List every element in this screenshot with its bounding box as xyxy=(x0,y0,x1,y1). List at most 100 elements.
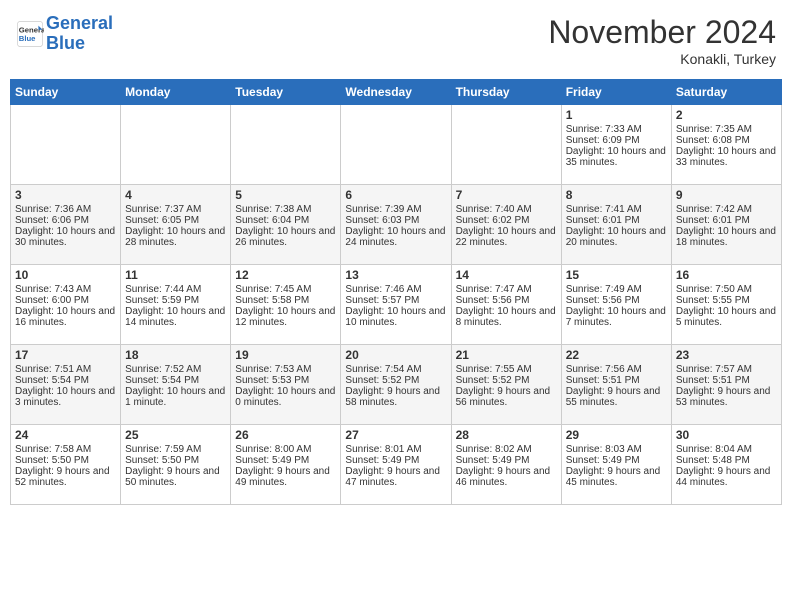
day-number: 8 xyxy=(566,188,667,202)
day-info-line: Sunset: 5:49 PM xyxy=(235,455,336,466)
day-cell: 10Sunrise: 7:43 AMSunset: 6:00 PMDayligh… xyxy=(11,265,121,345)
day-info-line: Sunrise: 7:42 AM xyxy=(676,204,777,215)
col-header-thursday: Thursday xyxy=(451,80,561,105)
day-info-line: Sunset: 5:51 PM xyxy=(676,375,777,386)
day-info-line: Daylight: 9 hours and 49 minutes. xyxy=(235,466,336,488)
day-cell: 24Sunrise: 7:58 AMSunset: 5:50 PMDayligh… xyxy=(11,425,121,505)
day-number: 17 xyxy=(15,348,116,362)
location: Konakli, Turkey xyxy=(548,51,776,67)
day-number: 5 xyxy=(235,188,336,202)
day-info-line: Sunrise: 8:03 AM xyxy=(566,444,667,455)
day-cell: 26Sunrise: 8:00 AMSunset: 5:49 PMDayligh… xyxy=(231,425,341,505)
day-info-line: Sunrise: 7:47 AM xyxy=(456,284,557,295)
day-info-line: Sunrise: 8:01 AM xyxy=(345,444,446,455)
day-number: 6 xyxy=(345,188,446,202)
day-number: 30 xyxy=(676,428,777,442)
day-cell: 21Sunrise: 7:55 AMSunset: 5:52 PMDayligh… xyxy=(451,345,561,425)
day-info-line: Sunset: 5:53 PM xyxy=(235,375,336,386)
day-info-line: Sunset: 5:59 PM xyxy=(125,295,226,306)
day-info-line: Daylight: 10 hours and 7 minutes. xyxy=(566,306,667,328)
day-cell: 6Sunrise: 7:39 AMSunset: 6:03 PMDaylight… xyxy=(341,185,451,265)
month-title: November 2024 xyxy=(548,14,776,51)
day-info-line: Sunrise: 7:50 AM xyxy=(676,284,777,295)
week-row-2: 3Sunrise: 7:36 AMSunset: 6:06 PMDaylight… xyxy=(11,185,782,265)
day-cell: 3Sunrise: 7:36 AMSunset: 6:06 PMDaylight… xyxy=(11,185,121,265)
title-block: November 2024 Konakli, Turkey xyxy=(548,14,776,67)
day-info-line: Daylight: 10 hours and 5 minutes. xyxy=(676,306,777,328)
day-info-line: Sunrise: 7:57 AM xyxy=(676,364,777,375)
logo-icon: General Blue xyxy=(16,20,44,48)
day-info-line: Sunset: 6:03 PM xyxy=(345,215,446,226)
day-cell: 8Sunrise: 7:41 AMSunset: 6:01 PMDaylight… xyxy=(561,185,671,265)
svg-text:General: General xyxy=(19,25,44,34)
day-cell: 23Sunrise: 7:57 AMSunset: 5:51 PMDayligh… xyxy=(671,345,781,425)
day-info-line: Daylight: 10 hours and 16 minutes. xyxy=(15,306,116,328)
day-info-line: Sunrise: 7:41 AM xyxy=(566,204,667,215)
day-cell xyxy=(341,105,451,185)
day-cell xyxy=(11,105,121,185)
day-cell: 4Sunrise: 7:37 AMSunset: 6:05 PMDaylight… xyxy=(121,185,231,265)
day-info-line: Daylight: 9 hours and 58 minutes. xyxy=(345,386,446,408)
day-info-line: Sunset: 6:04 PM xyxy=(235,215,336,226)
day-info-line: Sunrise: 7:51 AM xyxy=(15,364,116,375)
day-info-line: Daylight: 10 hours and 3 minutes. xyxy=(15,386,116,408)
day-number: 25 xyxy=(125,428,226,442)
day-number: 28 xyxy=(456,428,557,442)
day-number: 22 xyxy=(566,348,667,362)
day-number: 15 xyxy=(566,268,667,282)
day-info-line: Sunset: 5:52 PM xyxy=(456,375,557,386)
day-info-line: Daylight: 9 hours and 50 minutes. xyxy=(125,466,226,488)
day-cell: 19Sunrise: 7:53 AMSunset: 5:53 PMDayligh… xyxy=(231,345,341,425)
day-cell: 29Sunrise: 8:03 AMSunset: 5:49 PMDayligh… xyxy=(561,425,671,505)
day-number: 24 xyxy=(15,428,116,442)
day-info-line: Sunset: 6:08 PM xyxy=(676,135,777,146)
day-info-line: Sunrise: 7:59 AM xyxy=(125,444,226,455)
day-info-line: Sunset: 5:54 PM xyxy=(15,375,116,386)
day-info-line: Sunset: 5:49 PM xyxy=(456,455,557,466)
day-info-line: Sunset: 6:00 PM xyxy=(15,295,116,306)
day-info-line: Sunset: 5:49 PM xyxy=(345,455,446,466)
day-cell: 5 Sunrise: 7:38 AMSunset: 6:04 PMDaylight… xyxy=(231,185,341,265)
day-number: 27 xyxy=(345,428,446,442)
col-header-tuesday: Tuesday xyxy=(231,80,341,105)
day-info-line: Sunrise: 7:35 AM xyxy=(676,124,777,135)
day-info-line: Sunrise: 8:02 AM xyxy=(456,444,557,455)
day-info-line: Sunrise: 7:36 AM xyxy=(15,204,116,215)
day-info-line: Daylight: 9 hours and 56 minutes. xyxy=(456,386,557,408)
day-info-line: Sunset: 5:54 PM xyxy=(125,375,226,386)
day-info-line: Sunrise: 7:40 AM xyxy=(456,204,557,215)
day-info-line: Daylight: 10 hours and 35 minutes. xyxy=(566,146,667,168)
day-info-line: Sunset: 5:51 PM xyxy=(566,375,667,386)
day-info-line: Daylight: 10 hours and 10 minutes. xyxy=(345,306,446,328)
day-info-line: Daylight: 10 hours and 8 minutes. xyxy=(456,306,557,328)
day-info-line: Sunrise: 7:49 AM xyxy=(566,284,667,295)
day-cell: 12Sunrise: 7:45 AMSunset: 5:58 PMDayligh… xyxy=(231,265,341,345)
day-info-line: Sunrise: 8:00 AM xyxy=(235,444,336,455)
day-info-line: Daylight: 9 hours and 46 minutes. xyxy=(456,466,557,488)
day-cell: 17 Sunrise: 7:51 AMSunset: 5:54 PMDayligh… xyxy=(11,345,121,425)
day-info-line: Daylight: 10 hours and 22 minutes. xyxy=(456,226,557,248)
day-cell xyxy=(231,105,341,185)
day-info-line: Sunrise: 7:52 AM xyxy=(125,364,226,375)
day-info-line: Sunset: 5:50 PM xyxy=(125,455,226,466)
week-row-5: 24Sunrise: 7:58 AMSunset: 5:50 PMDayligh… xyxy=(11,425,782,505)
day-info-line: Sunrise: 7:39 AM xyxy=(345,204,446,215)
day-cell xyxy=(121,105,231,185)
day-info-line: Sunrise: 7:38 AM xyxy=(235,204,336,215)
day-info-line: Daylight: 10 hours and 18 minutes. xyxy=(676,226,777,248)
col-header-saturday: Saturday xyxy=(671,80,781,105)
day-info-line: Sunrise: 7:58 AM xyxy=(15,444,116,455)
day-info-line: Sunset: 6:06 PM xyxy=(15,215,116,226)
logo: General Blue GeneralBlue xyxy=(16,14,113,54)
day-info-line: Sunrise: 7:44 AM xyxy=(125,284,226,295)
day-info-line: Sunrise: 8:04 AM xyxy=(676,444,777,455)
day-info-line: Daylight: 10 hours and 26 minutes. xyxy=(235,226,336,248)
day-info-line: Daylight: 9 hours and 45 minutes. xyxy=(566,466,667,488)
logo-text: GeneralBlue xyxy=(46,14,113,54)
day-cell: 1Sunrise: 7:33 AMSunset: 6:09 PMDaylight… xyxy=(561,105,671,185)
day-info-line: Sunrise: 7:43 AM xyxy=(15,284,116,295)
day-number: 9 xyxy=(676,188,777,202)
day-number: 21 xyxy=(456,348,557,362)
day-info-line: Daylight: 10 hours and 28 minutes. xyxy=(125,226,226,248)
day-info-line: Daylight: 10 hours and 12 minutes. xyxy=(235,306,336,328)
